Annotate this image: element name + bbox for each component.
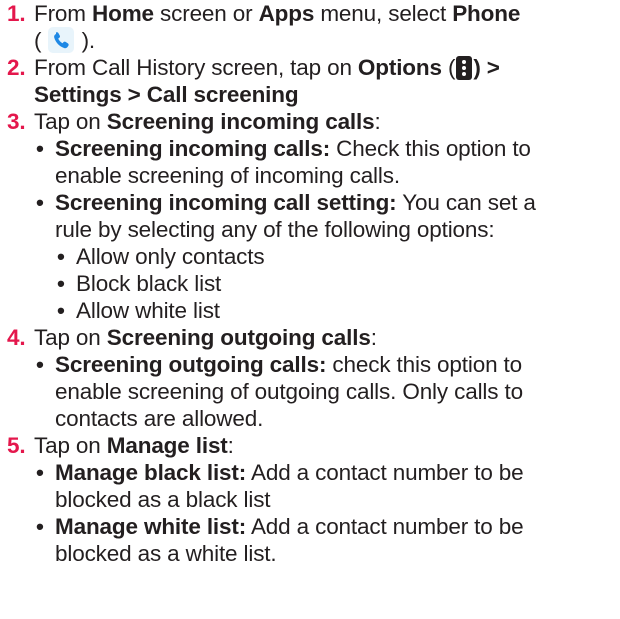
step-number: 1. xyxy=(7,1,26,26)
settings-path: Settings > Call screening xyxy=(34,82,299,107)
instructions-document: 1. From Home screen or Apps menu, select… xyxy=(7,1,536,566)
step-number: 2. xyxy=(7,55,26,80)
options-label: Options xyxy=(357,55,442,80)
home-label: Home xyxy=(92,1,154,26)
apps-label: Apps xyxy=(258,1,315,26)
phone-label: Phone xyxy=(452,1,521,26)
step-number: 4. xyxy=(7,325,26,350)
phone-icon xyxy=(48,27,75,53)
step-number: 3. xyxy=(7,109,26,134)
vertical-dots-icon xyxy=(456,56,473,80)
step-number: 5. xyxy=(7,433,26,458)
